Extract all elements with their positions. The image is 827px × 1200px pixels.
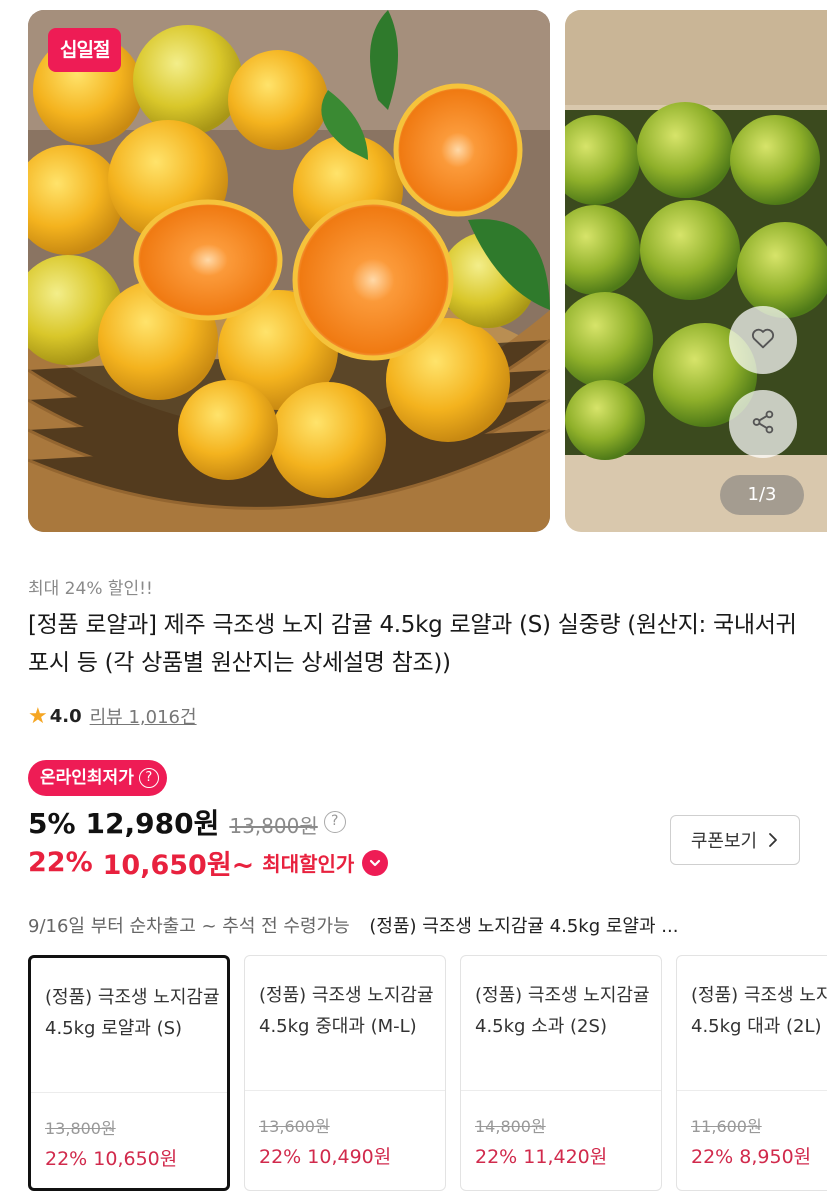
max-discount-price: 10,650원~ <box>102 850 255 881</box>
option-name: (정품) 극조생 노지감귤 4.5kg 중대과 (M-L) <box>259 985 434 1037</box>
promo-badge: 십일절 <box>48 28 122 72</box>
divider <box>31 1092 227 1093</box>
tangerine-basket-photo <box>28 10 550 532</box>
divider <box>677 1090 827 1091</box>
option-price: 22% 10,490원 <box>259 1146 392 1168</box>
shipping-info: 9/16일 부터 순차출고 ~ 추석 전 수령가능 (정품) 극조생 노지감귤 … <box>28 912 818 938</box>
max-discount-label: 최대할인가 <box>262 852 355 876</box>
option-original-price: 11,600원 <box>691 1117 762 1136</box>
current-price-row: 5% 12,980원 13,800원 ? <box>28 802 346 842</box>
product-image-next[interactable] <box>565 10 827 532</box>
option-list[interactable]: (정품) 극조생 노지감귤 4.5kg 로얄과 (S) 13,800원 22% … <box>28 955 827 1200</box>
divider <box>461 1090 661 1091</box>
coupon-label: 쿠폰보기 <box>690 831 758 852</box>
tangerine-box-photo <box>565 10 827 532</box>
option-name: (정품) 극조생 노지감귤 4.5kg 로얄과 (S) <box>45 987 220 1039</box>
option-original-price: 13,600원 <box>259 1117 330 1136</box>
star-icon: ★ <box>28 703 48 729</box>
shipping-note: 9/16일 부터 순차출고 ~ 추석 전 수령가능 <box>28 916 350 937</box>
discount-rate: 5% <box>28 807 76 840</box>
max-discount-rate: 22% <box>28 847 93 878</box>
discount-hint: 최대 24% 할인!! <box>28 579 153 599</box>
divider <box>245 1090 445 1091</box>
help-icon[interactable]: ? <box>138 768 159 788</box>
option-name: (정품) 극조생 노지감귤 4.5kg 대과 (2L) <box>691 985 827 1037</box>
product-image-main[interactable]: 십일절 <box>28 10 550 532</box>
option-original-price: 14,800원 <box>475 1117 546 1136</box>
share-icon <box>749 408 777 440</box>
image-page-indicator: 1/3 <box>720 475 804 515</box>
option-price: 22% 10,650원 <box>45 1148 178 1170</box>
lowest-price-label: 온라인최저가 <box>40 768 134 788</box>
option-original-price: 13,800원 <box>45 1119 116 1138</box>
coupon-button[interactable]: 쿠폰보기 <box>670 815 800 865</box>
option-card[interactable]: (정품) 극조생 노지감귤 4.5kg 로얄과 (S) 13,800원 22% … <box>28 955 230 1191</box>
option-price: 22% 11,420원 <box>475 1146 608 1168</box>
price-help-icon[interactable]: ? <box>323 811 346 833</box>
share-button[interactable] <box>729 390 797 458</box>
heart-icon <box>749 324 777 356</box>
sale-price: 12,980원 <box>85 807 220 840</box>
chevron-right-icon <box>767 831 779 849</box>
wishlist-button[interactable] <box>729 306 797 374</box>
chevron-down-icon[interactable] <box>362 849 389 876</box>
max-discount-row[interactable]: 22% 10,650원~ 최대할인가 <box>28 843 389 882</box>
rating-value: 4.0 <box>49 705 82 727</box>
option-card[interactable]: (정품) 극조생 노지감귤 4.5kg 대과 (2L) 11,600원 22% … <box>676 955 827 1191</box>
option-card[interactable]: (정품) 극조생 노지감귤 4.5kg 중대과 (M-L) 13,600원 22… <box>244 955 446 1191</box>
selected-option-name: (정품) 극조생 노지감귤 4.5kg 로얄과 ... <box>369 916 679 937</box>
product-image-carousel[interactable]: 십일절 1/3 <box>0 0 827 545</box>
original-price: 13,800원 <box>229 814 318 838</box>
option-card[interactable]: (정품) 극조생 노지감귤 4.5kg 소과 (2S) 14,800원 22% … <box>460 955 662 1191</box>
rating-summary[interactable]: ★ 4.0 리뷰 1,016건 <box>28 703 197 729</box>
option-name: (정품) 극조생 노지감귤 4.5kg 소과 (2S) <box>475 985 650 1037</box>
option-price: 22% 8,950원 <box>691 1146 812 1168</box>
product-title: [정품 로얄과] 제주 극조생 노지 감귤 4.5kg 로얄과 (S) 실중량 … <box>28 612 797 676</box>
review-count-link[interactable]: 리뷰 1,016건 <box>90 703 197 729</box>
lowest-price-badge[interactable]: 온라인최저가 ? <box>28 760 167 796</box>
